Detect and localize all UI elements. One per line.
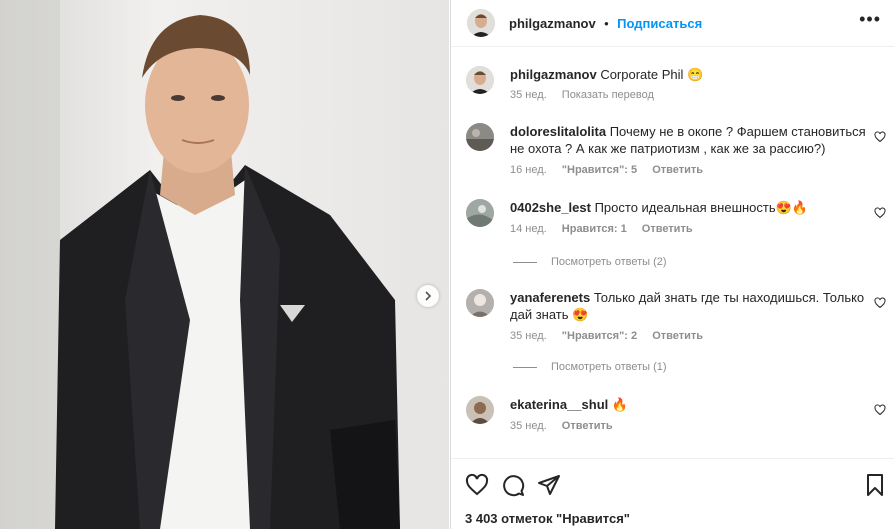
- more-options-icon[interactable]: •••: [859, 9, 881, 30]
- bookmark-icon[interactable]: [865, 473, 885, 497]
- comment-likes[interactable]: "Нравится": 5: [562, 164, 637, 176]
- separator-dot: •: [604, 16, 609, 31]
- like-comment-heart-icon[interactable]: [874, 131, 886, 143]
- comment-avatar[interactable]: [466, 199, 494, 227]
- comment-text: 🔥: [611, 397, 629, 412]
- follow-button[interactable]: Подписаться: [617, 16, 702, 31]
- post-side-panel: philgazmanov • Подписаться ••• philgazma…: [450, 0, 894, 529]
- share-icon[interactable]: [537, 473, 561, 497]
- comment-likes[interactable]: "Нравится": 2: [562, 330, 637, 342]
- comment-likes[interactable]: Нравится: 1: [562, 223, 627, 235]
- comment-avatar[interactable]: [466, 123, 494, 151]
- view-replies-button[interactable]: Посмотреть ответы (2): [513, 256, 667, 268]
- author-username[interactable]: philgazmanov: [509, 16, 596, 31]
- reply-button[interactable]: Ответить: [562, 420, 613, 432]
- comment-time[interactable]: 35 нед.: [510, 420, 547, 432]
- caption-username[interactable]: philgazmanov: [510, 67, 597, 82]
- comment-time[interactable]: 35 нед.: [510, 330, 547, 342]
- replies-divider: [513, 366, 537, 368]
- comment-username[interactable]: ekaterina__shul: [510, 397, 608, 412]
- replies-divider: [513, 261, 537, 263]
- reply-button[interactable]: Ответить: [652, 330, 703, 342]
- heart-icon[interactable]: [465, 473, 489, 497]
- comment-username[interactable]: doloreslitalolita: [510, 124, 606, 139]
- post-header: philgazmanov • Подписаться •••: [451, 0, 894, 47]
- reply-button[interactable]: Ответить: [652, 164, 703, 176]
- chevron-right-icon: [425, 291, 432, 301]
- comment-icon[interactable]: [501, 473, 525, 497]
- post-actions-footer: 3 403 отметок "Нравится": [451, 458, 894, 530]
- caption-avatar[interactable]: [466, 66, 494, 94]
- view-replies-label[interactable]: Посмотреть ответы (2): [551, 256, 667, 268]
- portrait-image: [0, 0, 449, 529]
- comment-avatar[interactable]: [466, 396, 494, 424]
- next-photo-button[interactable]: [417, 285, 439, 307]
- comment-time[interactable]: 16 нед.: [510, 164, 547, 176]
- caption-text: Corporate Phil 😁: [600, 67, 704, 82]
- like-comment-heart-icon[interactable]: [874, 297, 886, 309]
- view-replies-button[interactable]: Посмотреть ответы (1): [513, 361, 667, 373]
- like-comment-heart-icon[interactable]: [874, 207, 886, 219]
- like-comment-heart-icon[interactable]: [874, 404, 886, 416]
- post-photo: [0, 0, 449, 529]
- reply-button[interactable]: Ответить: [642, 223, 693, 235]
- author-avatar[interactable]: [467, 9, 495, 37]
- caption-time[interactable]: 35 нед.: [510, 89, 547, 101]
- comment-text: Просто идеальная внешность😍🔥: [594, 200, 809, 215]
- translate-button[interactable]: Показать перевод: [562, 89, 654, 101]
- comment-username[interactable]: yanaferenets: [510, 290, 590, 305]
- comment-username[interactable]: 0402she_lest: [510, 200, 591, 215]
- view-replies-label[interactable]: Посмотреть ответы (1): [551, 361, 667, 373]
- comment-avatar[interactable]: [466, 289, 494, 317]
- comment-time[interactable]: 14 нед.: [510, 223, 547, 235]
- likes-count[interactable]: 3 403 отметок "Нравится": [465, 511, 630, 526]
